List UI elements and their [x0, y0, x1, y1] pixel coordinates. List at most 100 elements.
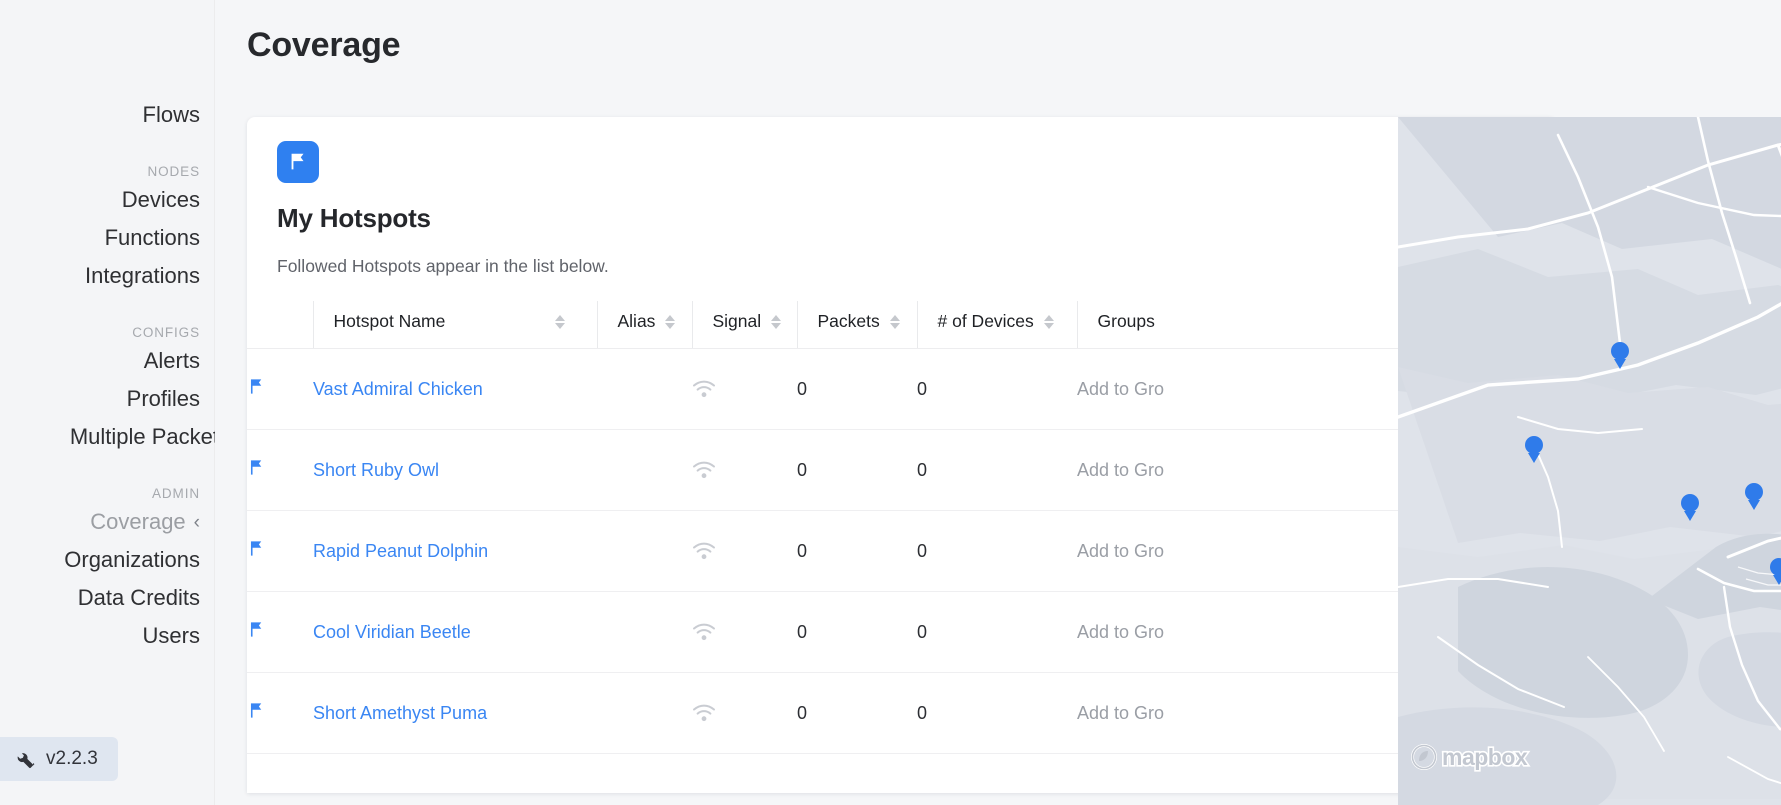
packets-value: 0: [797, 702, 808, 723]
devices-cell: 0: [917, 348, 1077, 430]
column-label: Alias: [617, 311, 656, 331]
hotspot-name-cell: Cool Viridian Beetle: [313, 591, 597, 673]
devices-cell: 0: [917, 672, 1077, 754]
table-header-row: Hotspot Name Alias Signal Packets # of D…: [247, 301, 1557, 349]
sort-toggle-packets[interactable]: [889, 314, 900, 329]
follow-flag-cell[interactable]: [247, 429, 313, 511]
column-label: Packets: [817, 311, 880, 331]
devices-value: 0: [917, 702, 928, 723]
add-to-group-link[interactable]: Add to Gro: [1077, 622, 1164, 642]
devices-value: 0: [917, 459, 928, 480]
sidebar-item-profiles[interactable]: Profiles: [127, 380, 200, 418]
alias-cell: [597, 591, 692, 673]
sidebar-item-flows[interactable]: Flows: [143, 96, 200, 134]
sidebar-item-functions[interactable]: Functions: [105, 219, 200, 257]
table-row[interactable]: Cool Viridian Beetle 0 0 Add to Gro: [247, 591, 1557, 673]
sidebar: Flows NODES Devices Functions Integratio…: [0, 0, 230, 805]
hotspot-name-cell: Short Ruby Owl: [313, 429, 597, 511]
my-hotspots-card: My Hotspots Followed Hotspots appear in …: [247, 117, 1557, 793]
hotspots-logo-tile: [277, 141, 319, 183]
packets-cell: 0: [797, 348, 917, 430]
sidebar-item-label: Coverage: [90, 509, 186, 534]
wifi-icon: [693, 623, 715, 641]
hotspot-name-link[interactable]: Short Amethyst Puma: [313, 703, 487, 723]
sidebar-group-admin: ADMIN: [152, 486, 200, 501]
sidebar-item-organizations[interactable]: Organizations: [64, 541, 200, 579]
table-row[interactable]: Rapid Peanut Dolphin 0 0 Add to Gro: [247, 510, 1557, 592]
sort-toggle-signal[interactable]: [771, 314, 782, 329]
wrench-icon: [17, 752, 35, 768]
column-header-hotspot-name[interactable]: Hotspot Name: [312, 301, 597, 349]
sidebar-nav: Flows NODES Devices Functions Integratio…: [0, 0, 230, 655]
alias-cell: [597, 429, 692, 511]
hotspot-name-cell: Rapid Peanut Dolphin: [313, 510, 597, 592]
table-row[interactable]: Vast Admiral Chicken 0 0 Add to Gro: [247, 348, 1557, 430]
signal-cell: [692, 429, 797, 511]
alias-cell: [597, 510, 692, 592]
hotspot-name-link[interactable]: Cool Viridian Beetle: [313, 622, 471, 642]
column-header-flag: [247, 301, 313, 349]
sidebar-item-users[interactable]: Users: [143, 617, 200, 655]
signal-cell: [692, 348, 797, 430]
follow-flag-cell[interactable]: [247, 591, 313, 673]
sort-toggle-devices[interactable]: [1043, 314, 1054, 329]
sidebar-item-multiple-packets[interactable]: Multiple Packets: [70, 418, 230, 456]
wifi-icon: [693, 704, 715, 722]
coverage-map[interactable]: mapbox: [1398, 117, 1781, 805]
devices-cell: 0: [917, 510, 1077, 592]
chevron-left-icon: ‹: [193, 512, 200, 533]
flag-icon: [250, 379, 262, 394]
packets-value: 0: [797, 378, 808, 399]
sidebar-item-integrations[interactable]: Integrations: [85, 257, 200, 295]
flag-icon: [250, 541, 262, 556]
alias-cell: [597, 672, 692, 754]
version-label: v2.2.3: [46, 748, 98, 769]
devices-value: 0: [917, 540, 928, 561]
column-header-alias[interactable]: Alias: [596, 301, 692, 349]
flag-icon: [250, 460, 262, 475]
table-row[interactable]: Short Amethyst Puma 0 0 Add to Gro: [247, 672, 1557, 754]
sort-toggle-hotspot-name[interactable]: [555, 314, 566, 329]
table-body: Vast Admiral Chicken 0 0 Add to Gro Short Ru…: [247, 348, 1557, 754]
column-header-signal[interactable]: Signal: [691, 301, 797, 349]
alias-cell: [597, 348, 692, 430]
add-to-group-link[interactable]: Add to Gro: [1077, 703, 1164, 723]
signal-cell: [692, 591, 797, 673]
column-header-packets[interactable]: Packets: [796, 301, 917, 349]
hotspot-name-cell: Short Amethyst Puma: [313, 672, 597, 754]
hotspot-name-link[interactable]: Short Ruby Owl: [313, 460, 439, 480]
sort-toggle-alias[interactable]: [665, 314, 676, 329]
packets-value: 0: [797, 621, 808, 642]
add-to-group-link[interactable]: Add to Gro: [1077, 541, 1164, 561]
page-title: Coverage: [247, 26, 401, 64]
flag-icon: [291, 153, 304, 170]
sidebar-item-coverage[interactable]: Coverage ‹: [90, 503, 200, 541]
hotspot-name-link[interactable]: Vast Admiral Chicken: [313, 379, 483, 399]
app-root: Flows NODES Devices Functions Integratio…: [0, 0, 1781, 805]
hotspots-table: Hotspot Name Alias Signal Packets # of D…: [247, 301, 1557, 754]
table-row[interactable]: Short Ruby Owl 0 0 Add to Gro: [247, 429, 1557, 511]
sidebar-item-data-credits[interactable]: Data Credits: [78, 579, 200, 617]
follow-flag-cell[interactable]: [247, 348, 313, 430]
column-header-devices[interactable]: # of Devices: [916, 301, 1077, 349]
add-to-group-link[interactable]: Add to Gro: [1077, 379, 1164, 399]
follow-flag-cell[interactable]: [247, 510, 313, 592]
hotspot-name-cell: Vast Admiral Chicken: [313, 348, 597, 430]
devices-cell: 0: [917, 591, 1077, 673]
version-badge[interactable]: v2.2.3: [0, 737, 118, 781]
card-title: My Hotspots: [277, 203, 431, 233]
card-header: My Hotspots Followed Hotspots appear in …: [247, 117, 1557, 277]
sidebar-group-nodes: NODES: [147, 164, 200, 179]
svg-text:mapbox: mapbox: [1442, 744, 1528, 770]
map-canvas: mapbox: [1398, 117, 1781, 805]
add-to-group-link[interactable]: Add to Gro: [1077, 460, 1164, 480]
sidebar-item-alerts[interactable]: Alerts: [144, 342, 200, 380]
signal-cell: [692, 510, 797, 592]
sidebar-item-devices[interactable]: Devices: [122, 181, 200, 219]
hotspot-name-link[interactable]: Rapid Peanut Dolphin: [313, 541, 488, 561]
packets-value: 0: [797, 459, 808, 480]
sidebar-group-configs: CONFIGS: [132, 325, 200, 340]
follow-flag-cell[interactable]: [247, 672, 313, 754]
table-header: Hotspot Name Alias Signal Packets # of D…: [247, 301, 1557, 349]
main-content: Coverage My Hotspots Followed Hotspots a…: [215, 0, 1781, 805]
